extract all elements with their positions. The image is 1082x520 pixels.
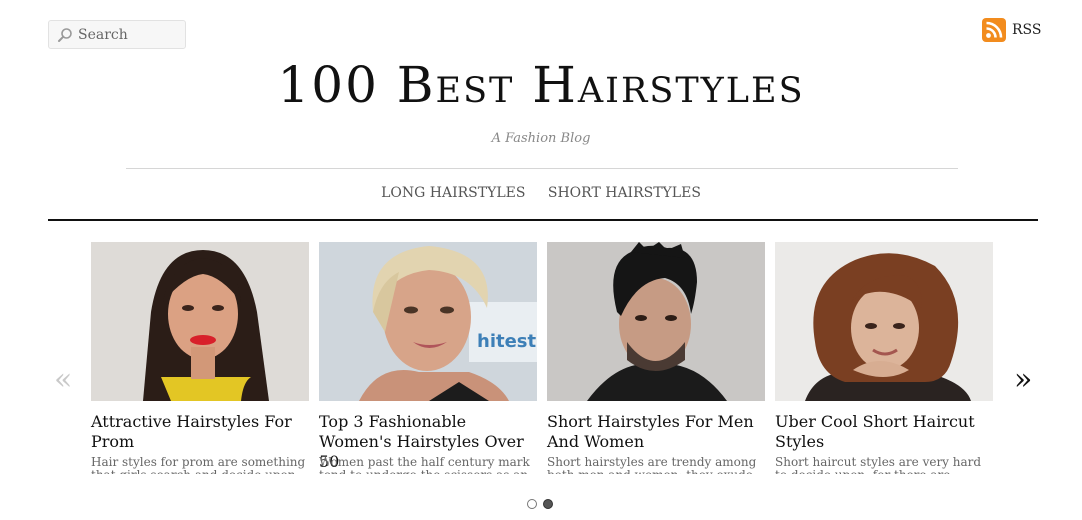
rss-icon	[982, 18, 1006, 42]
post-excerpt: Women past the half century mark tend to…	[319, 456, 530, 474]
nav-short-hairstyles[interactable]: SHORT HAIRSTYLES	[548, 185, 701, 201]
rss-link[interactable]: RSS	[982, 18, 1041, 42]
carousel-pagination	[527, 499, 559, 509]
post-thumbnail[interactable]	[775, 242, 993, 401]
post-title[interactable]: Attractive Hairstyles For Prom	[91, 412, 309, 452]
post-excerpt: Hair styles for prom are something that …	[91, 456, 306, 474]
post-excerpt: Short hairstyles are trendy among both m…	[547, 456, 757, 474]
post-thumbnail[interactable]: hitestr	[319, 242, 537, 401]
main-nav: LONG HAIRSTYLES SHORT HAIRSTYLES	[0, 185, 1082, 201]
pagination-dot[interactable]	[527, 499, 537, 509]
site-tagline: A Fashion Blog	[491, 131, 591, 146]
carousel-card: hitestr Top 3 Fashionable Women's Hairst…	[319, 242, 537, 474]
post-title[interactable]: Uber Cool Short Haircut Styles	[775, 412, 993, 452]
search-box[interactable]	[48, 20, 186, 49]
post-excerpt: Short haircut styles are very hard to de…	[775, 456, 982, 474]
carousel-card: Uber Cool Short Haircut Styles Short hai…	[775, 242, 993, 474]
post-title[interactable]: Top 3 Fashionable Women's Hairstyles Ove…	[319, 412, 537, 471]
search-input[interactable]	[78, 26, 178, 43]
svg-text:hitestr: hitestr	[477, 331, 537, 352]
site-title[interactable]: 100 Best Hairstyles	[0, 56, 1082, 114]
post-thumbnail[interactable]	[91, 242, 309, 401]
rss-label: RSS	[1012, 22, 1042, 38]
nav-long-hairstyles[interactable]: LONG HAIRSTYLES	[381, 185, 525, 201]
carousel-card: Short Hairstyles For Men And Women Short…	[547, 242, 765, 474]
carousel-next-button[interactable]: »	[1014, 364, 1032, 396]
title-divider	[126, 168, 958, 169]
pagination-dot-active[interactable]	[543, 499, 553, 509]
header-divider	[48, 219, 1038, 221]
carousel-prev-button[interactable]: «	[54, 364, 72, 396]
post-title[interactable]: Short Hairstyles For Men And Women	[547, 412, 765, 452]
search-icon	[58, 27, 72, 42]
post-thumbnail[interactable]	[547, 242, 765, 401]
carousel-card: Attractive Hairstyles For Prom Hair styl…	[91, 242, 309, 474]
